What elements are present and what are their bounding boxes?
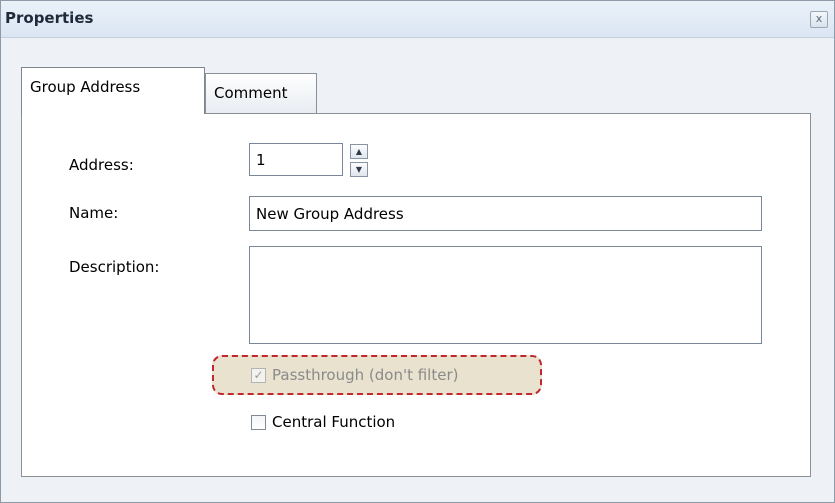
close-icon: x — [815, 12, 823, 25]
tab-group-address-label: Group Address — [30, 78, 141, 96]
address-field[interactable] — [249, 143, 343, 176]
name-field[interactable] — [249, 196, 762, 231]
central-function-label: Central Function — [272, 413, 396, 431]
tab-group-address[interactable]: Group Address — [21, 67, 205, 114]
window-bottom-area — [1, 477, 834, 502]
address-spin-down[interactable]: ▼ — [350, 162, 368, 177]
title-bar: Properties x — [1, 1, 834, 38]
spin-up-icon: ▲ — [355, 147, 363, 156]
passthrough-label: Passthrough (don't filter) — [272, 366, 459, 384]
passthrough-checkbox[interactable]: ✓ — [251, 367, 266, 383]
address-spin-up[interactable]: ▲ — [350, 144, 368, 159]
properties-window: Properties x Group Address Comment Addre… — [0, 0, 835, 503]
tab-comment[interactable]: Comment — [205, 73, 317, 113]
description-field[interactable] — [249, 246, 762, 344]
name-label: Name: — [69, 204, 119, 222]
address-label: Address: — [69, 156, 134, 174]
central-function-checkbox[interactable] — [251, 414, 266, 430]
spin-down-icon: ▼ — [355, 165, 363, 174]
passthrough-checkbox-row[interactable]: ✓ Passthrough (don't filter) — [251, 366, 458, 384]
window-title: Properties — [5, 9, 94, 27]
description-label: Description: — [69, 258, 160, 276]
close-button[interactable]: x — [810, 11, 828, 28]
tab-comment-label: Comment — [214, 84, 288, 102]
central-function-checkbox-row[interactable]: Central Function — [251, 413, 395, 431]
check-icon: ✓ — [253, 367, 264, 382]
